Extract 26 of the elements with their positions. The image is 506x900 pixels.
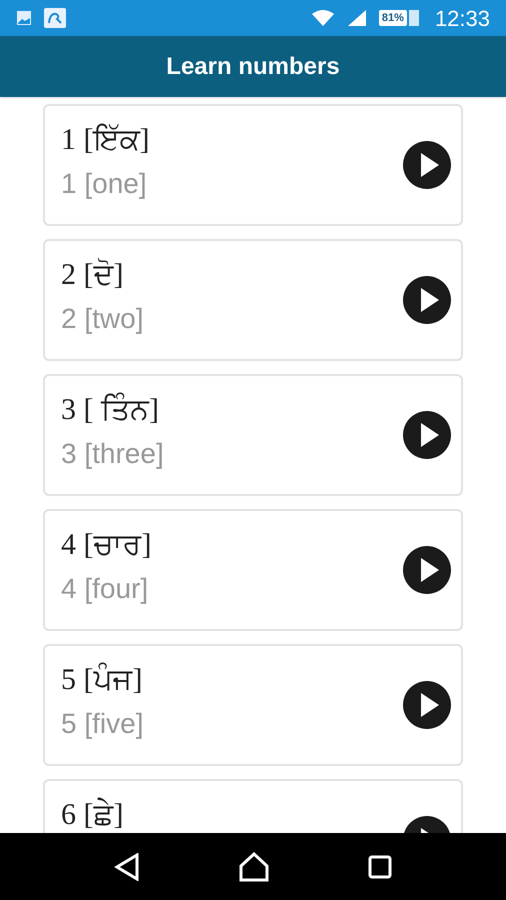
english-number: 1 [one] [61,167,148,201]
english-number: 5 [five] [61,707,144,741]
play-button[interactable] [403,276,451,324]
punjabi-number: 2 [ਦੋ] [61,256,124,293]
battery-level: 81% [378,10,407,26]
english-number: 3 [three] [61,437,165,471]
app-icon [44,8,66,28]
home-icon[interactable] [238,852,269,882]
recents-icon[interactable] [368,854,392,878]
wifi-icon [310,9,335,27]
play-button[interactable] [403,141,451,189]
image-icon [16,10,32,26]
back-icon[interactable] [114,852,140,880]
english-number: 4 [four] [61,572,150,606]
punjabi-number: 5 [ਪੰਜ] [61,662,144,698]
signal-icon [346,9,367,27]
clock: 12:33 [434,4,490,32]
punjabi-number: 6 [ਛੇ] [61,796,124,833]
punjabi-number: 3 [ ਤਿੰਨ] [61,392,160,428]
play-button[interactable] [403,546,451,594]
screen-title: Learn numbers [166,52,340,82]
play-button[interactable] [403,411,451,459]
english-number: 2 [two] [61,302,144,336]
play-button[interactable] [403,681,451,729]
punjabi-number: 4 [ਚਾਰ] [61,527,152,563]
punjabi-number: 1 [ਇੱਕ] [61,122,150,158]
